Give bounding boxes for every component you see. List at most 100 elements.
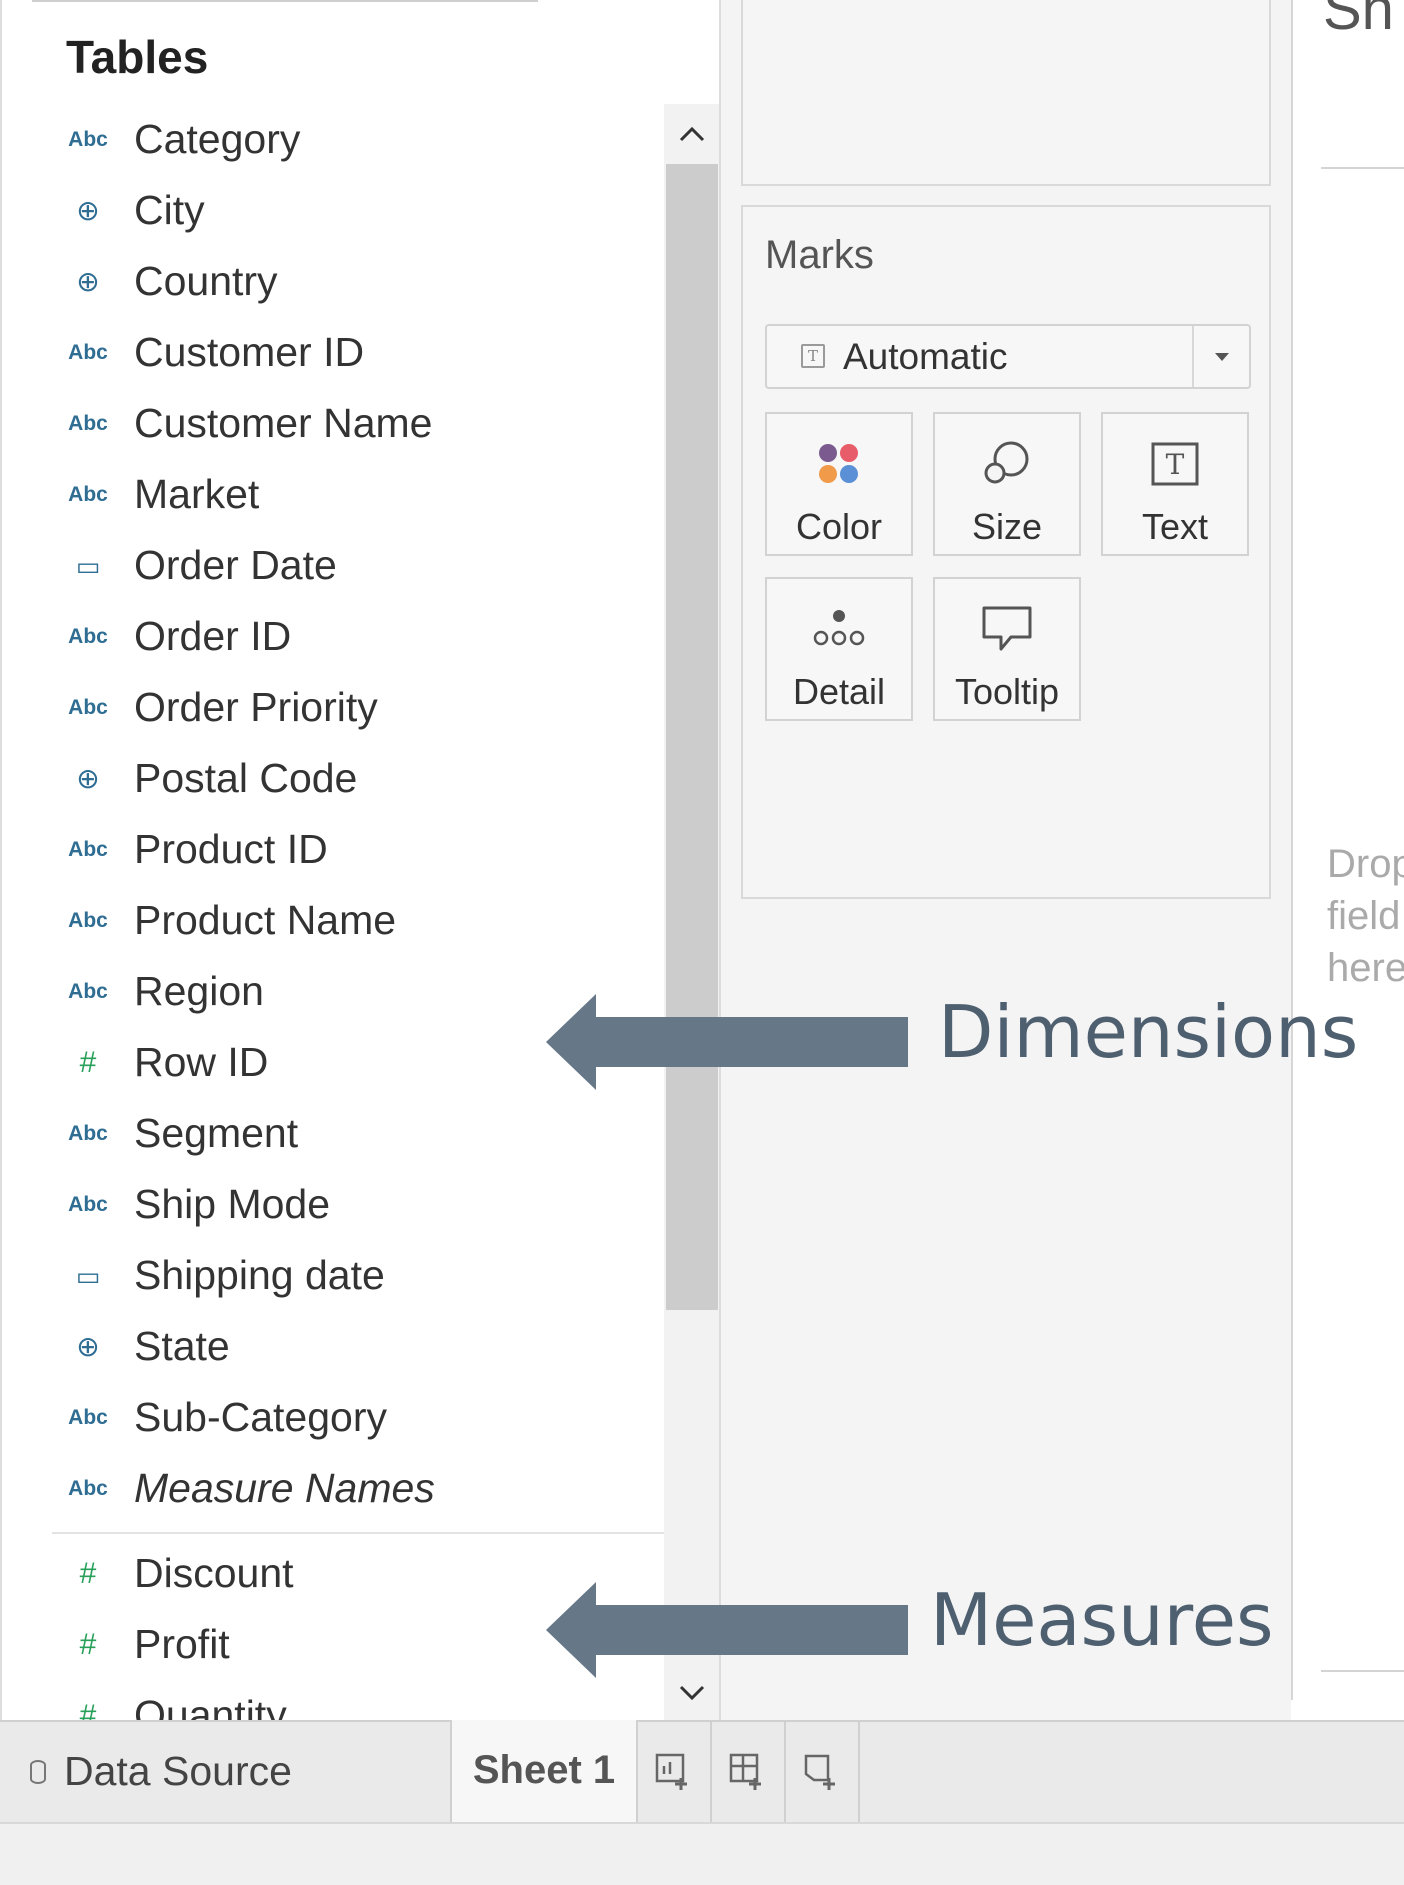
field-label: Country: [134, 258, 278, 304]
globe-icon: ⊕: [76, 194, 100, 226]
database-icon: [30, 1760, 46, 1784]
string-type-icon: Abc: [68, 1193, 108, 1216]
field-product-name[interactable]: Abc Product Name: [2, 885, 664, 956]
field-label: Product ID: [134, 826, 328, 872]
marks-title: Marks: [765, 233, 874, 277]
string-type-icon: Abc: [68, 483, 108, 506]
number-type-icon: #: [79, 1045, 97, 1079]
divider: [1321, 167, 1404, 169]
color-icon: [767, 438, 911, 490]
field-measure-names[interactable]: Abc Measure Names: [2, 1453, 664, 1524]
chevron-up-icon: [679, 126, 705, 142]
scrollbar-thumb[interactable]: [666, 164, 718, 1310]
tab-sheet-1[interactable]: Sheet 1: [450, 1720, 638, 1822]
field-country[interactable]: ⊕ Country: [2, 246, 664, 317]
string-type-icon: Abc: [68, 412, 108, 435]
field-city[interactable]: ⊕ City: [2, 175, 664, 246]
status-bar: [0, 1822, 1404, 1885]
detail-label: Detail: [792, 671, 886, 712]
field-postal-code[interactable]: ⊕ Postal Code: [2, 743, 664, 814]
measures-arrow-icon: [546, 1582, 908, 1678]
color-button[interactable]: Color: [765, 412, 913, 556]
field-label: City: [134, 187, 205, 233]
dropdown-arrow-button[interactable]: [1192, 326, 1251, 387]
string-type-icon: Abc: [68, 909, 108, 932]
svg-text:T: T: [1166, 448, 1185, 481]
field-label: Discount: [134, 1550, 294, 1596]
field-market[interactable]: Abc Market: [2, 459, 664, 530]
measures-annotation: Measures: [930, 1578, 1274, 1662]
field-label: Order Date: [134, 542, 337, 588]
field-order-date[interactable]: ▭ Order Date: [2, 530, 664, 601]
field-customer-id[interactable]: Abc Customer ID: [2, 317, 664, 388]
field-list: Abc Category ⊕ City ⊕ Country Abc Customer ID Ab…: [2, 104, 664, 1720]
divider: [32, 0, 538, 2]
string-type-icon: Abc: [68, 1122, 108, 1145]
string-type-icon: Abc: [68, 1477, 108, 1500]
mark-type-dropdown[interactable]: T Automatic: [765, 324, 1251, 389]
new-worksheet-icon: [655, 1753, 687, 1790]
field-label: Row ID: [134, 1039, 269, 1085]
new-dashboard-button[interactable]: [712, 1722, 786, 1822]
string-type-icon: Abc: [68, 838, 108, 861]
new-worksheet-button[interactable]: [638, 1722, 712, 1822]
field-ship-mode[interactable]: Abc Ship Mode: [2, 1169, 664, 1240]
calendar-icon: ▭: [75, 1260, 101, 1291]
field-category[interactable]: Abc Category: [2, 104, 664, 175]
field-label: Market: [134, 471, 260, 517]
tab-data-source-label: Data Source: [64, 1748, 292, 1794]
divider: [1321, 1670, 1404, 1672]
field-segment[interactable]: Abc Segment: [2, 1098, 664, 1169]
field-order-priority[interactable]: Abc Order Priority: [2, 672, 664, 743]
detail-button[interactable]: Detail: [765, 577, 913, 721]
field-label: Customer ID: [134, 329, 365, 375]
field-state[interactable]: ⊕ State: [2, 1311, 664, 1382]
text-label: Text: [1141, 506, 1209, 547]
field-label: Category: [134, 116, 301, 162]
field-product-id[interactable]: Abc Product ID: [2, 814, 664, 885]
sheet-title: Sh: [1323, 0, 1394, 42]
field-quantity[interactable]: # Quantity: [2, 1680, 664, 1720]
field-label: State: [134, 1323, 230, 1369]
field-label: Postal Code: [134, 755, 358, 801]
drop-field-hint: Drop field here: [1327, 842, 1404, 990]
globe-icon: ⊕: [76, 762, 100, 794]
tab-data-source[interactable]: Data Source: [0, 1722, 450, 1822]
string-type-icon: Abc: [68, 696, 108, 719]
automatic-mark-icon: T: [801, 344, 825, 368]
field-label: Sub-Category: [134, 1394, 387, 1440]
string-type-icon: Abc: [68, 341, 108, 364]
size-label: Size: [971, 506, 1043, 547]
text-icon: T: [1103, 438, 1247, 490]
view-area[interactable]: Sh Drop field here: [1291, 0, 1404, 1700]
field-sub-category[interactable]: Abc Sub-Category: [2, 1382, 664, 1453]
dimensions-annotation: Dimensions: [938, 990, 1359, 1074]
tooltip-button[interactable]: Tooltip: [933, 577, 1081, 721]
field-customer-name[interactable]: Abc Customer Name: [2, 388, 664, 459]
tooltip-icon: [935, 603, 1079, 655]
field-label: Product Name: [134, 897, 397, 943]
field-label: Measure Names: [134, 1465, 435, 1511]
field-shipping-date[interactable]: ▭ Shipping date: [2, 1240, 664, 1311]
field-label: Ship Mode: [134, 1181, 331, 1227]
field-label: Order ID: [134, 613, 292, 659]
new-dashboard-icon: [729, 1753, 761, 1790]
number-type-icon: #: [79, 1556, 97, 1590]
field-label: Region: [134, 968, 264, 1014]
sheet-tab-bar: Data Source Sheet 1: [0, 1720, 1404, 1822]
size-icon: [935, 438, 1079, 490]
field-label: Quantity: [134, 1692, 287, 1720]
tab-sheet-1-label: Sheet 1: [472, 1748, 616, 1792]
color-label: Color: [795, 506, 883, 547]
measures-divider: [52, 1532, 664, 1534]
new-story-icon: [804, 1754, 835, 1790]
text-button[interactable]: T Text: [1101, 412, 1249, 556]
field-order-id[interactable]: Abc Order ID: [2, 601, 664, 672]
scroll-up-button[interactable]: [664, 104, 719, 164]
calendar-icon: ▭: [75, 550, 101, 581]
field-label: Order Priority: [134, 684, 378, 730]
new-story-button[interactable]: [786, 1722, 860, 1822]
field-list-scrollbar[interactable]: [664, 104, 719, 1720]
size-button[interactable]: Size: [933, 412, 1081, 556]
detail-icon: [767, 603, 911, 655]
